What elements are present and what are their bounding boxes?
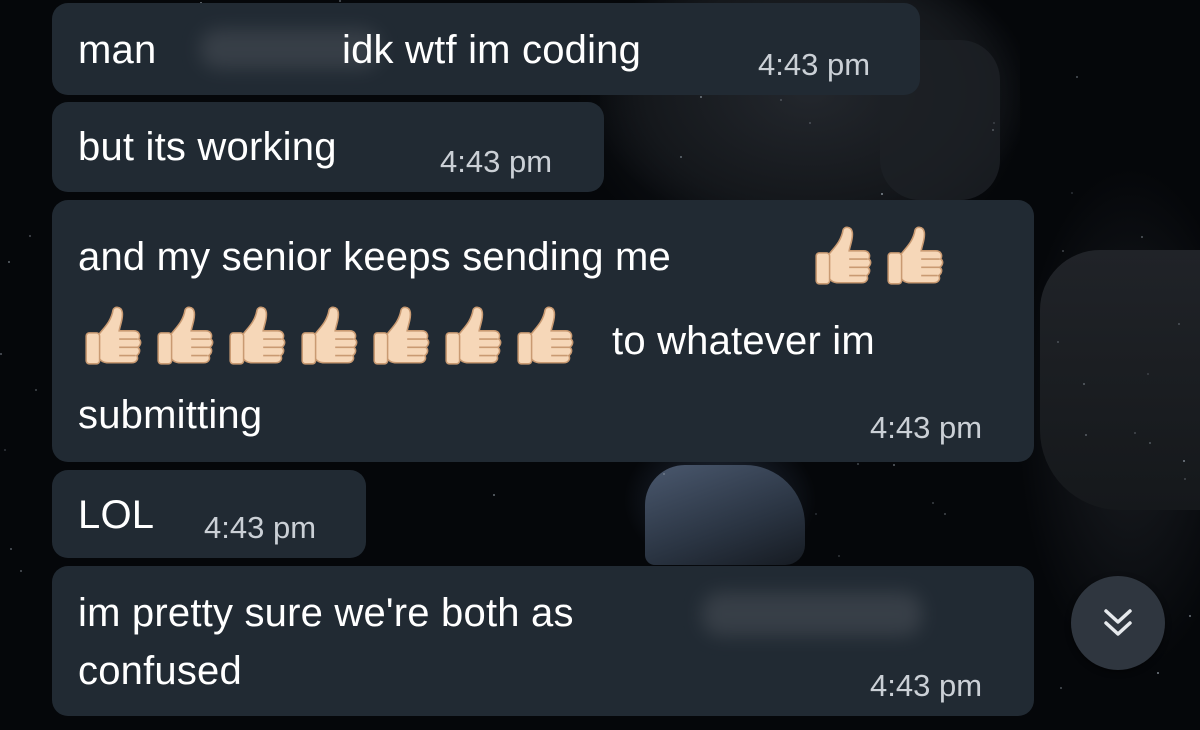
message-bubble[interactable]: man idk wtf im coding 4:43 pm (52, 3, 920, 95)
message-text: im pretty sure we're both as (78, 591, 574, 635)
emoji-group (810, 224, 948, 290)
scroll-down-button[interactable] (1071, 576, 1165, 670)
thumbs-up-icon (229, 306, 286, 365)
thumbs-up-icon (445, 306, 502, 365)
thumbs-up-icon (301, 306, 358, 365)
thumbs-up-icon (373, 306, 430, 365)
message-text: submitting (78, 393, 263, 437)
message-text: LOL (78, 493, 155, 537)
message-timestamp: 4:43 pm (204, 510, 317, 545)
message-text: and my senior keeps sending me (78, 235, 671, 279)
message-timestamp: 4:43 pm (870, 410, 983, 445)
message-timestamp: 4:43 pm (758, 47, 871, 82)
message-text: confused (78, 649, 242, 693)
thumbs-up-icon (887, 226, 944, 285)
redacted-text (702, 592, 922, 636)
message-text: to whatever im (612, 319, 875, 363)
message-text: but its working (78, 125, 337, 169)
thumbs-up-icon (85, 306, 142, 365)
chat-messages: man idk wtf im coding 4:43 pm but its wo… (0, 0, 1200, 730)
double-chevron-down-icon (1104, 609, 1132, 636)
message-bubble[interactable]: LOL 4:43 pm (52, 470, 366, 558)
message-text: man (78, 28, 157, 72)
message-bubble[interactable]: and my senior keeps sending me to whatev… (52, 200, 1034, 462)
thumbs-up-icon (815, 226, 872, 285)
message-text: idk wtf im coding (342, 28, 642, 72)
emoji-group (80, 304, 578, 370)
message-bubble[interactable]: im pretty sure we're both as confused 4:… (52, 566, 1034, 716)
message-timestamp: 4:43 pm (870, 668, 983, 703)
thumbs-up-icon (157, 306, 214, 365)
message-timestamp: 4:43 pm (440, 144, 553, 179)
message-bubble[interactable]: but its working 4:43 pm (52, 102, 604, 192)
thumbs-up-icon (517, 306, 574, 365)
